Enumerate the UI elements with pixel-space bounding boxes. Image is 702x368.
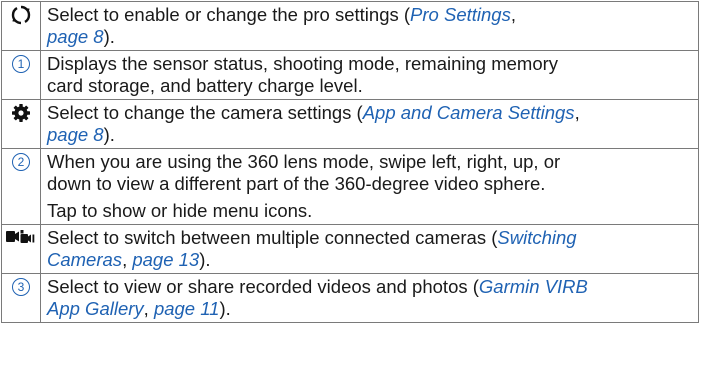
cross-reference-link[interactable]: page 8 (47, 124, 104, 145)
description-cell: Select to view or share recorded videos … (40, 273, 699, 323)
description-line: Cameras, page 13). (47, 249, 692, 271)
description-line: Displays the sensor status, shooting mod… (47, 53, 692, 75)
description-text: , (510, 4, 516, 25)
callout-3-icon: 3 (12, 278, 30, 296)
cross-reference-link[interactable]: page 11 (154, 298, 220, 319)
description-text: Select to switch between multiple connec… (47, 227, 498, 248)
description-line: Select to view or share recorded videos … (47, 276, 692, 298)
description-line: Select to enable or change the pro setti… (47, 4, 692, 26)
callout-2-icon: 2 (12, 153, 30, 171)
description-text: , (143, 298, 154, 319)
icon-cell (1, 224, 41, 274)
icon-cell (1, 99, 41, 149)
description-cell: Select to change the camera settings (Ap… (40, 99, 699, 149)
cross-reference-link[interactable]: page 8 (47, 26, 104, 47)
description-line: Select to switch between multiple connec… (47, 227, 692, 249)
description-line: page 8). (47, 124, 692, 146)
description-cell: When you are using the 360 lens mode, sw… (40, 148, 699, 225)
description-line: Tap to show or hide menu icons. (47, 200, 692, 222)
table-row: Select to switch between multiple connec… (1, 224, 699, 274)
icon-reference-table: Select to enable or change the pro setti… (1, 1, 699, 323)
callout-1-icon: 1 (12, 55, 30, 73)
icon-cell: 1 (1, 50, 41, 100)
description-line: App Gallery, page 11). (47, 298, 692, 320)
table-row: 1 Displays the sensor status, shooting m… (1, 50, 699, 100)
description-text: ). (103, 26, 115, 47)
gear-icon (2, 100, 40, 123)
description-text: , (574, 102, 580, 123)
description-text: ). (103, 124, 115, 145)
icon-cell: 3 (1, 273, 41, 323)
cross-reference-link[interactable]: Switching (497, 227, 576, 248)
icon-cell: 2 (1, 148, 41, 225)
table-row: 3 Select to view or share recorded video… (1, 273, 699, 323)
description-cell: Select to enable or change the pro setti… (40, 1, 699, 51)
table-row: Select to enable or change the pro setti… (1, 1, 699, 51)
cross-reference-link[interactable]: App Gallery (47, 298, 144, 319)
description-line: Select to change the camera settings (Ap… (47, 102, 692, 124)
description-text: Tap to show or hide menu icons. (47, 200, 313, 221)
description-text: Select to view or share recorded videos … (47, 276, 479, 297)
description-text: , (122, 249, 133, 270)
description-text: Select to enable or change the pro setti… (47, 4, 411, 25)
cross-reference-link[interactable]: Cameras (47, 249, 122, 270)
cross-reference-link[interactable]: Garmin VIRB (479, 276, 588, 297)
description-text: Select to change the camera settings ( (47, 102, 363, 123)
description-text: Displays the sensor status, shooting mod… (47, 53, 559, 74)
table-row: 2 When you are using the 360 lens mode, … (1, 148, 699, 225)
description-cell: Displays the sensor status, shooting mod… (40, 50, 699, 100)
description-line: card storage, and battery charge level. (47, 75, 692, 97)
pro-settings-icon (2, 2, 40, 25)
description-text: ). (199, 249, 211, 270)
table-row: Select to change the camera settings (Ap… (1, 99, 699, 149)
description-text: ). (219, 298, 231, 319)
icon-cell (1, 1, 41, 51)
description-line: page 8). (47, 26, 692, 48)
description-text: When you are using the 360 lens mode, sw… (47, 151, 561, 172)
switch-cameras-icon (2, 225, 40, 246)
description-line: down to view a different part of the 360… (47, 173, 692, 195)
cross-reference-link[interactable]: page 13 (132, 249, 199, 270)
description-text: card storage, and battery charge level. (47, 75, 363, 96)
description-cell: Select to switch between multiple connec… (40, 224, 699, 274)
description-line: When you are using the 360 lens mode, sw… (47, 151, 692, 173)
cross-reference-link[interactable]: Pro Settings (410, 4, 511, 25)
cross-reference-link[interactable]: App and Camera Settings (363, 102, 575, 123)
description-text: down to view a different part of the 360… (47, 173, 546, 194)
